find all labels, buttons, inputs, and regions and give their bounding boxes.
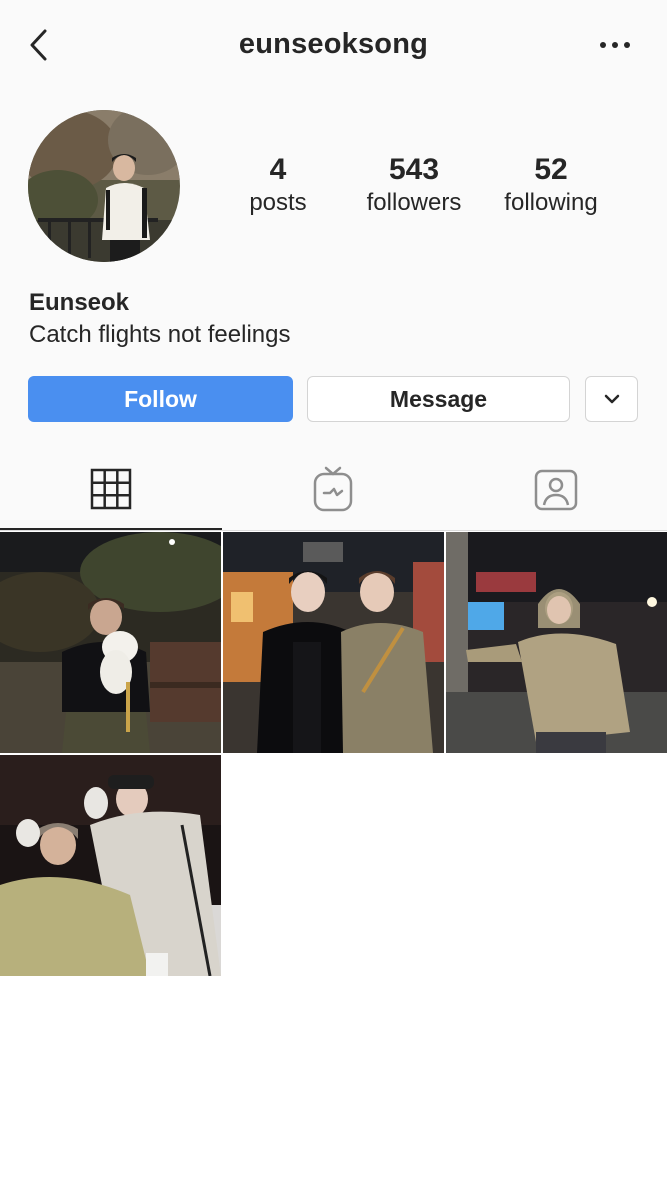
following-count: 52 [534, 153, 568, 186]
post-thumbnail-4[interactable] [0, 755, 221, 976]
tagged-user-icon [534, 469, 578, 511]
top-bar: eunseoksong [0, 0, 667, 90]
chevron-down-icon [604, 394, 619, 404]
suggested-accounts-button[interactable] [585, 376, 638, 422]
more-horizontal-icon [600, 42, 630, 48]
profile-avatar[interactable] [28, 110, 180, 262]
profile-display-name: Eunseok [29, 289, 130, 316]
grid-icon [90, 468, 132, 510]
tab-igtv[interactable] [222, 448, 444, 530]
stat-followers[interactable]: 543 followers [344, 152, 484, 218]
post-thumbnail-3[interactable] [446, 532, 667, 753]
profile-username-title: eunseoksong [238, 28, 429, 60]
post-thumbnail-1[interactable] [0, 532, 221, 753]
stat-following[interactable]: 52 following [490, 152, 612, 218]
posts-count: 4 [269, 153, 287, 186]
stat-posts[interactable]: 4 posts [218, 152, 338, 218]
tab-grid[interactable] [0, 448, 222, 530]
followers-label: followers [366, 189, 462, 216]
message-button[interactable]: Message [307, 376, 570, 422]
profile-tabs [0, 448, 667, 532]
igtv-icon [313, 466, 353, 512]
tabs-divider [0, 530, 667, 531]
more-options-button[interactable] [596, 36, 636, 54]
followers-count: 543 [388, 153, 440, 186]
posts-label: posts [249, 189, 307, 216]
follow-button[interactable]: Follow [28, 376, 293, 422]
profile-bio: Catch flights not feelings [29, 321, 291, 348]
post-thumbnail-2[interactable] [223, 532, 444, 753]
following-label: following [504, 189, 598, 216]
tab-tagged[interactable] [445, 448, 667, 530]
